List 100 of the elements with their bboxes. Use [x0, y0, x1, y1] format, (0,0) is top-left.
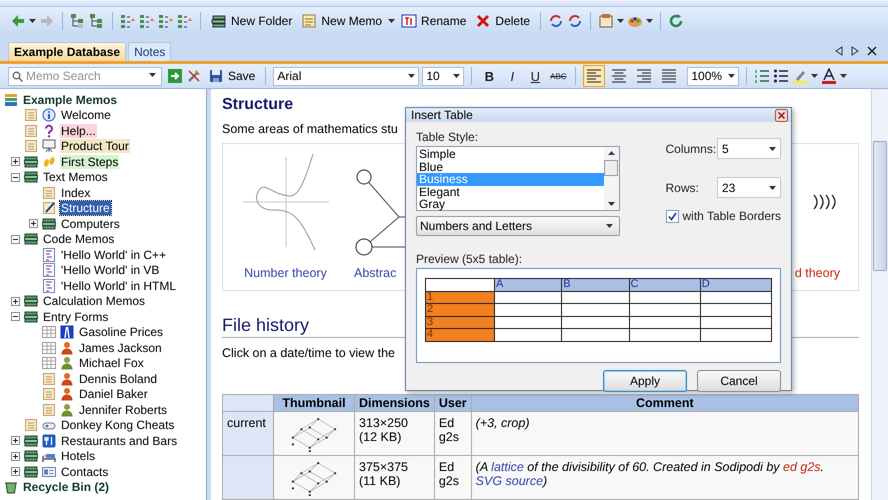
caret-icon[interactable]	[769, 146, 776, 150]
scrollbar[interactable]	[871, 89, 888, 500]
expand-toggle[interactable]	[28, 219, 38, 228]
scrollbar-thumb[interactable]	[604, 160, 618, 176]
list-level-icon[interactable]	[177, 13, 193, 29]
collapse-toggle[interactable]	[10, 234, 20, 244]
tree-item[interactable]: Code Memos	[42, 232, 116, 246]
tree-item[interactable]: Jennifer Roberts	[78, 402, 168, 417]
caret-icon[interactable]	[608, 202, 614, 206]
tree-item[interactable]: Text Memos	[42, 170, 109, 184]
checkbox-label[interactable]: with Table Borders	[682, 209, 781, 223]
expand-toggle[interactable]	[10, 452, 20, 461]
search-field[interactable]: Memo Search	[8, 66, 162, 86]
tree-item[interactable]: Donkey Kong Cheats	[60, 418, 176, 432]
tree-item[interactable]: Restaurants and Bars	[60, 434, 178, 448]
link[interactable]: lattice	[491, 460, 524, 474]
tree-item[interactable]: Dennis Boland	[78, 372, 158, 386]
caret-icon[interactable]	[453, 74, 460, 78]
expand-toggle[interactable]	[10, 467, 20, 476]
toolbar-button[interactable]: New Folder	[208, 10, 296, 32]
caret-icon[interactable]	[388, 19, 396, 23]
delete-icon[interactable]	[475, 13, 492, 29]
collapse-toggle[interactable]	[10, 312, 20, 322]
expand-toggle[interactable]	[10, 436, 20, 446]
rename-icon[interactable]	[401, 13, 418, 29]
save-icon[interactable]	[208, 68, 224, 84]
tree-item[interactable]: Welcome	[60, 108, 112, 122]
next-tab-icon[interactable]	[851, 46, 859, 56]
caption-link[interactable]: Abstrac	[354, 266, 396, 280]
tree-item[interactable]: Product Tour	[60, 139, 130, 154]
tree-item[interactable]: Daniel Baker	[78, 387, 149, 402]
sync-icon[interactable]	[548, 13, 564, 29]
list-item[interactable]: Elegant	[417, 186, 604, 198]
close-icon[interactable]	[867, 46, 877, 56]
tab[interactable]: Notes	[128, 42, 172, 61]
new-note-icon[interactable]	[301, 13, 318, 29]
caret-icon[interactable]	[408, 74, 416, 78]
collapse-toggle[interactable]	[10, 172, 20, 182]
tree-item[interactable]: Example Memos	[22, 92, 118, 107]
font-select[interactable]: Arial	[273, 66, 420, 86]
scroll-up-icon[interactable]	[608, 151, 614, 155]
caption-link[interactable]: Number theory	[244, 266, 327, 280]
tree-item[interactable]: Recycle Bin (2)	[22, 480, 110, 494]
dialog-button[interactable]: Cancel	[697, 370, 781, 392]
caret-icon[interactable]	[728, 74, 736, 78]
bullet-list-icon[interactable]	[773, 68, 790, 84]
bold-button[interactable]: B	[479, 68, 500, 84]
strikethrough-button[interactable]: ABC	[548, 72, 568, 80]
list-item[interactable]: Simple	[417, 148, 604, 160]
link[interactable]: ed g2s	[783, 460, 821, 474]
numbering-select[interactable]: Numbers and Letters	[416, 216, 620, 236]
refresh-icon[interactable]	[668, 13, 684, 29]
tree-item[interactable]: Computers	[60, 216, 121, 231]
columns-select[interactable]: 5	[717, 138, 781, 159]
tree-item[interactable]: 'Hello World' in VB	[60, 263, 160, 278]
font-color-icon[interactable]	[821, 68, 838, 84]
tab[interactable]: Example Database	[8, 42, 126, 61]
font-size-select[interactable]: 10	[422, 66, 464, 86]
caret-icon[interactable]	[149, 72, 156, 76]
toolbar-button[interactable]: Rename	[398, 10, 470, 32]
style-list[interactable]: Simple Blue Business Elegant Gray	[416, 146, 620, 211]
tree-item[interactable]: 'Hello World' in HTML	[60, 278, 178, 293]
dialog-button[interactable]: Apply	[603, 370, 687, 392]
caret-icon[interactable]	[617, 19, 624, 23]
expand-toggle[interactable]	[10, 296, 20, 306]
list-level-icon[interactable]	[158, 13, 174, 29]
caret-icon[interactable]	[29, 19, 36, 23]
list-level-icon[interactable]	[139, 13, 155, 29]
tree-item[interactable]: Contacts	[60, 464, 110, 479]
tree-item[interactable]: First Steps	[60, 154, 120, 169]
list-item[interactable]: Blue	[417, 160, 604, 173]
list-item[interactable]: Gray	[417, 198, 604, 210]
tree-item[interactable]: Help...	[60, 124, 97, 138]
caret-icon[interactable]	[769, 186, 776, 190]
tree-item[interactable]: James Jackson	[78, 340, 163, 355]
tree-item[interactable]: Calculation Memos	[42, 294, 146, 308]
checkbox[interactable]	[666, 210, 678, 222]
caption-link[interactable]: d theory	[794, 266, 840, 280]
save-button[interactable]: Save	[205, 65, 258, 87]
tree-item[interactable]: 'Hello World' in C++	[60, 248, 168, 262]
caret-icon[interactable]	[840, 74, 848, 78]
scrollbar-thumb[interactable]	[873, 141, 887, 271]
rows-select[interactable]: 23	[717, 177, 781, 198]
folder-stack-icon[interactable]	[211, 13, 227, 29]
tree-outline-icon[interactable]	[89, 13, 105, 29]
properties-icon[interactable]	[598, 13, 614, 29]
zoom-select[interactable]: 100%	[687, 66, 740, 86]
italic-button[interactable]: I	[502, 68, 522, 84]
tree-item[interactable]: Entry Forms	[42, 310, 110, 324]
tree-item[interactable]: Michael Fox	[78, 356, 145, 370]
caret-icon[interactable]	[606, 224, 612, 228]
toolbar-button[interactable]: New Memo	[298, 10, 386, 32]
caret-icon[interactable]	[646, 19, 654, 23]
align-left-icon[interactable]	[583, 65, 606, 87]
close-icon[interactable]	[775, 108, 788, 122]
tree-item[interactable]: Structure	[60, 201, 111, 216]
tree-item[interactable]: Hotels	[60, 449, 96, 464]
tools-icon[interactable]	[186, 68, 202, 84]
toolbar-button[interactable]: Delete	[472, 10, 534, 32]
caret-icon[interactable]	[811, 74, 818, 78]
